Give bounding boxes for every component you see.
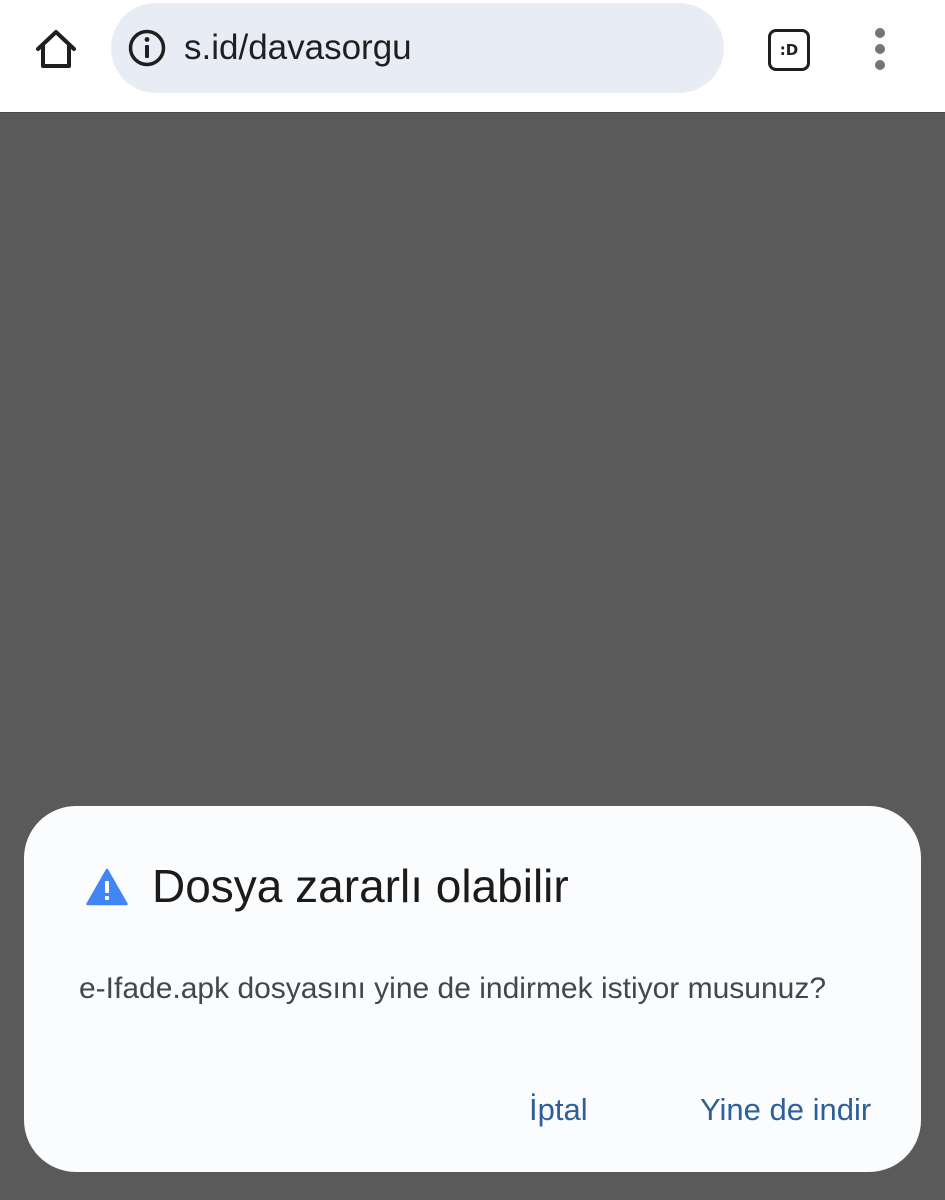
download-warning-dialog: Dosya zararlı olabilir e-Ifade.apk dosya… <box>24 806 921 1172</box>
tab-switcher-button[interactable]: :D <box>766 27 810 71</box>
dialog-title: Dosya zararlı olabilir <box>152 860 569 912</box>
menu-button[interactable] <box>862 24 898 74</box>
url-text[interactable]: s.id/davasorgu <box>184 25 412 71</box>
tab-count-label: :D <box>779 41 799 59</box>
address-bar[interactable]: s.id/davasorgu <box>111 3 724 93</box>
tab-switcher-icon: :D <box>768 29 810 71</box>
warning-icon <box>86 868 128 906</box>
browser-toolbar: s.id/davasorgu :D <box>0 0 945 113</box>
download-anyway-button[interactable]: Yine de indir <box>700 1088 871 1132</box>
cancel-button[interactable]: İptal <box>529 1088 588 1132</box>
dialog-message: e-Ifade.apk dosyasını yine de indirmek i… <box>79 972 827 1005</box>
info-icon[interactable] <box>127 28 167 68</box>
home-icon <box>36 30 76 68</box>
home-button[interactable] <box>26 22 86 76</box>
